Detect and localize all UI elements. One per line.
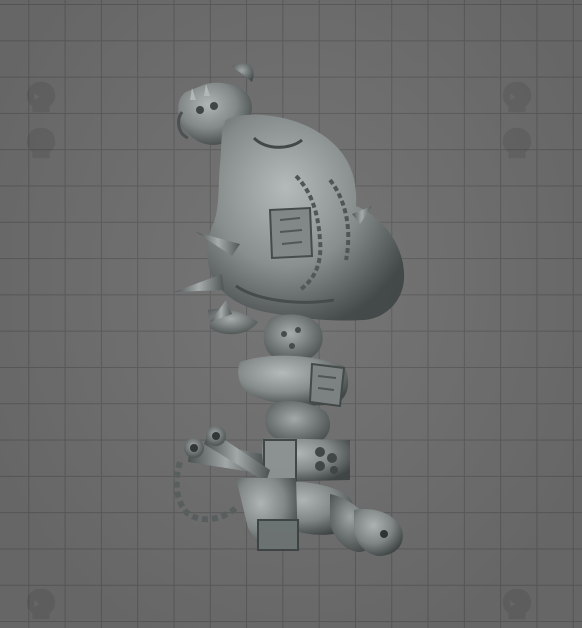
model-waist (238, 314, 349, 408)
model-torso (207, 114, 405, 335)
3d-viewport[interactable] (0, 0, 582, 628)
3d-model-render[interactable] (0, 0, 582, 628)
model-base-weapon (330, 494, 403, 556)
